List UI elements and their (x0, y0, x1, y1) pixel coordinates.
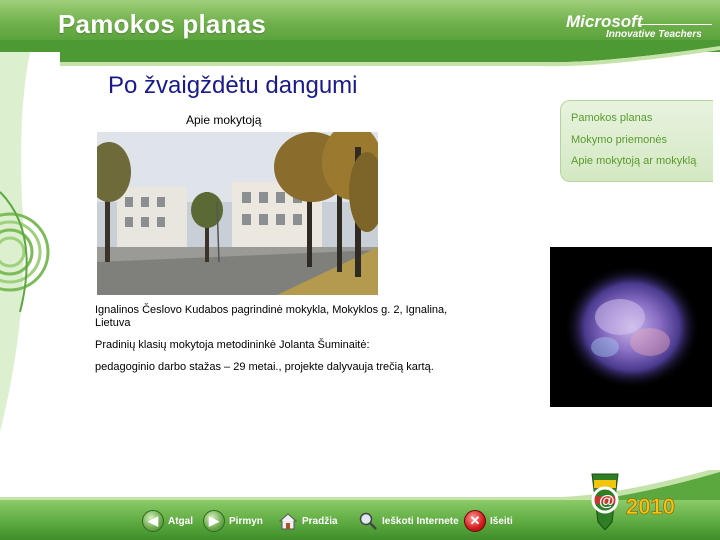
exit-button[interactable]: ✕ Išeiti (464, 509, 513, 533)
logo-divider (640, 24, 712, 25)
house-icon (278, 511, 298, 531)
toc-heading: Turinys (656, 84, 695, 98)
school-photo (97, 132, 378, 295)
search-internet-button[interactable]: Ieškoti Internete (358, 509, 459, 533)
innovative-teachers-label: Innovative Teachers (606, 29, 702, 40)
close-icon: ✕ (464, 510, 486, 532)
forward-label: Pirmyn (229, 515, 263, 527)
arrow-right-icon: ▶ (203, 510, 225, 532)
section-title: Apie mokytoją (186, 113, 262, 127)
school-country-line: Lietuva (95, 317, 131, 329)
svg-text:@: @ (599, 493, 615, 510)
teacher-experience-line: pedagoginio darbo stažas – 29 metai., pr… (95, 361, 434, 373)
back-button[interactable]: ◀ Atgal (142, 509, 193, 533)
exit-label: Išeiti (490, 515, 513, 527)
forward-button[interactable]: ▶ Pirmyn (203, 509, 263, 533)
left-ring-decoration (0, 52, 60, 540)
toc-item-teaching-materials[interactable]: Mokymo priemonės (571, 134, 667, 146)
main-heading: Po žvaigždėtu dangumi (108, 72, 358, 99)
project-2010-logo: @ 2010 (591, 473, 675, 530)
toc-item-about-teacher[interactable]: Apie mokytoją ar mokyklą (571, 155, 696, 167)
back-label: Atgal (168, 515, 193, 527)
year-label: 2010 (626, 494, 675, 519)
magnifier-icon (358, 511, 378, 531)
home-button[interactable]: Pradžia (278, 509, 338, 533)
home-label: Pradžia (302, 515, 338, 527)
teacher-name-line: Pradinių klasių mokytoja metodininkė Jol… (95, 339, 370, 351)
arrow-left-icon: ◀ (142, 510, 164, 532)
page-title: Pamokos planas (58, 9, 266, 39)
toc-item-lesson-plan[interactable]: Pamokos planas (571, 112, 652, 124)
nebula-image (550, 247, 712, 407)
header-curve-decoration (0, 40, 720, 67)
search-label: Ieškoti Internete (382, 515, 459, 527)
school-address-line: Ignalinos Česlovo Kudabos pagrindinė mok… (95, 304, 448, 316)
